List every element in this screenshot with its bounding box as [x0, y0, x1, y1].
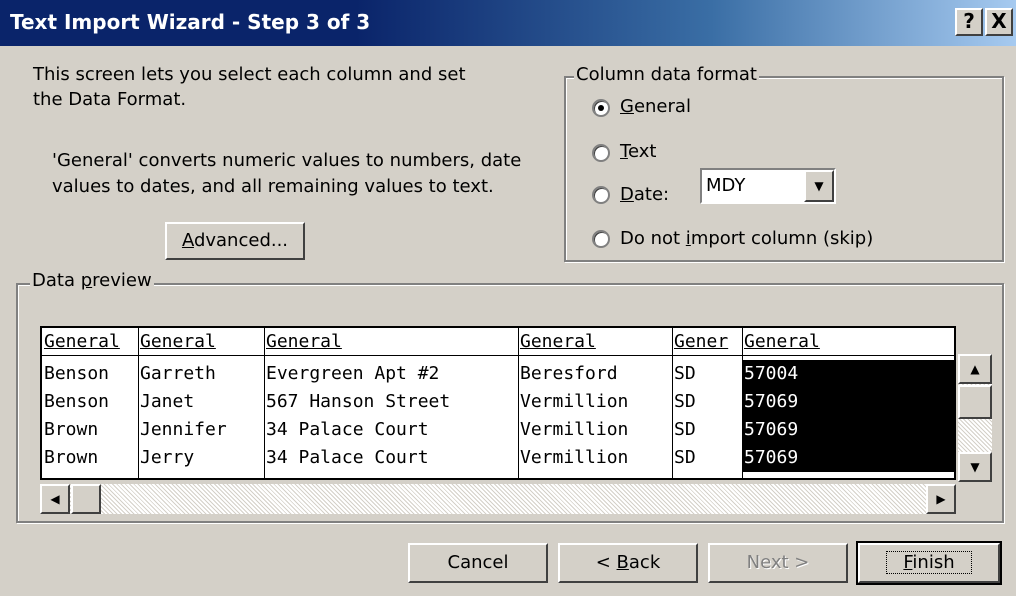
close-button[interactable]: X [985, 8, 1013, 36]
data-preview-legend-key: p [80, 270, 93, 291]
data-preview-legend-pre: Data [32, 270, 81, 291]
text-radio-label[interactable]: Text [620, 141, 656, 162]
date-format-select[interactable]: MDY ▼ [700, 168, 836, 204]
next-button[interactable]: Next > [708, 543, 848, 583]
column-header[interactable]: General [264, 328, 518, 356]
date-label: ate: [633, 184, 670, 205]
table-cell: Vermillion [520, 391, 629, 412]
horizontal-scroll-thumb[interactable] [71, 484, 101, 514]
date-radio[interactable] [592, 186, 610, 204]
back-label-pre: < [595, 552, 617, 573]
column-header[interactable]: General [518, 328, 672, 356]
table-cell-selected: 57069 [742, 444, 954, 472]
advanced-label-key: A [181, 230, 194, 251]
general-description-2: values to dates, and all remaining value… [52, 176, 494, 197]
window-title: Text Import Wizard - Step 3 of 3 [10, 10, 371, 34]
table-cell: Brown [44, 419, 99, 440]
date-format-value: MDY [706, 175, 746, 196]
help-button[interactable]: ? [955, 8, 983, 36]
general-key: G [620, 96, 634, 117]
advanced-label-post: dvanced... [193, 230, 289, 251]
back-key: B [616, 552, 629, 573]
table-cell: SD [674, 447, 696, 468]
column-divider[interactable] [742, 328, 743, 478]
general-radio-label[interactable]: General [620, 96, 691, 117]
finish-button[interactable]: Finish [858, 543, 1000, 583]
text-key: T [620, 141, 628, 162]
back-button[interactable]: < Back [558, 543, 698, 583]
column-data-format-legend: Column data format [574, 64, 759, 85]
column-divider[interactable] [672, 328, 673, 478]
table-cell: Jennifer [140, 419, 227, 440]
table-cell: 567 Hanson Street [266, 391, 451, 412]
scroll-up-arrow-icon[interactable]: ▲ [958, 354, 992, 384]
data-preview-grid[interactable]: General General General General Gener Ge… [40, 326, 956, 480]
column-header[interactable]: General [138, 328, 264, 356]
table-cell: Janet [140, 391, 195, 412]
scroll-right-arrow-icon[interactable]: ▶ [926, 484, 956, 514]
table-cell: Evergreen Apt #2 [266, 363, 440, 384]
general-description-1: 'General' converts numeric values to num… [52, 150, 522, 171]
horizontal-scrollbar[interactable] [40, 484, 956, 514]
back-label-post: ack [628, 552, 661, 573]
radio-selected-dot [598, 105, 604, 111]
table-cell: 34 Palace Court [266, 447, 429, 468]
column-divider[interactable] [264, 328, 265, 478]
general-label: eneral [633, 96, 691, 117]
intro-line-2: the Data Format. [33, 89, 187, 110]
table-cell: SD [674, 419, 696, 440]
chevron-down-icon[interactable]: ▼ [804, 170, 834, 202]
data-preview-legend: Data preview [30, 270, 154, 291]
text-radio[interactable] [592, 144, 610, 162]
table-cell: Beresford [520, 363, 618, 384]
table-cell: Benson [44, 363, 110, 384]
finish-label: Finish [886, 551, 972, 574]
general-radio[interactable] [592, 99, 610, 117]
advanced-button[interactable]: Advanced... [165, 222, 305, 260]
table-cell: 34 Palace Court [266, 419, 429, 440]
scroll-left-arrow-icon[interactable]: ◀ [40, 484, 70, 514]
table-cell: SD [674, 363, 696, 384]
table-cell: Vermillion [520, 419, 629, 440]
table-cell: Jerry [140, 447, 195, 468]
column-divider[interactable] [518, 328, 519, 478]
intro-line-1: This screen lets you select each column … [33, 64, 466, 85]
data-preview-legend-post: review [92, 270, 152, 291]
vertical-scroll-thumb[interactable] [958, 385, 992, 419]
cancel-button[interactable]: Cancel [408, 543, 548, 583]
title-bar: Text Import Wizard - Step 3 of 3 ? X [0, 0, 1016, 46]
column-header[interactable]: Gener [672, 328, 742, 356]
skip-radio-label[interactable]: Do not import column (skip) [620, 228, 873, 249]
finish-label-post: inish [912, 552, 955, 573]
scroll-down-arrow-icon[interactable]: ▼ [958, 452, 992, 482]
text-label: ext [627, 141, 657, 162]
table-cell: Benson [44, 391, 110, 412]
column-header[interactable]: General [742, 328, 954, 356]
column-divider[interactable] [138, 328, 139, 478]
date-key: D [620, 184, 634, 205]
date-radio-label[interactable]: Date: [620, 184, 669, 205]
table-cell: Vermillion [520, 447, 629, 468]
table-cell: Brown [44, 447, 99, 468]
table-cell-selected: 57069 [742, 388, 954, 416]
table-cell-selected: 57069 [742, 416, 954, 444]
skip-label-pre: Do not [620, 228, 686, 249]
table-cell: SD [674, 391, 696, 412]
table-cell-selected: 57004 [742, 360, 954, 388]
table-cell: Garreth [140, 363, 216, 384]
column-header[interactable]: General [42, 328, 138, 356]
skip-label-post: mport column (skip) [690, 228, 874, 249]
skip-radio[interactable] [592, 230, 610, 248]
